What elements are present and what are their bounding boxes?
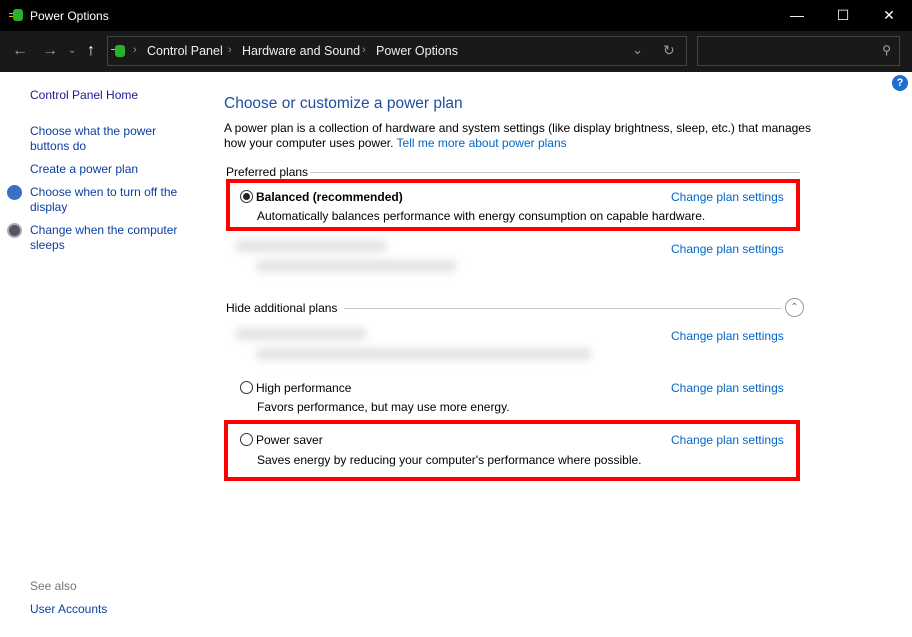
search-icon: ⚲ xyxy=(882,43,891,57)
change-plan-settings-redacted[interactable]: Change plan settings xyxy=(671,242,784,256)
back-arrow-icon[interactable]: ← xyxy=(12,42,28,60)
close-button[interactable]: ✕ xyxy=(866,0,912,31)
chevron-right-icon: › xyxy=(133,44,137,56)
refresh-icon[interactable]: ↻ xyxy=(663,42,675,59)
sidebar-item-control-panel-home[interactable]: Control Panel Home xyxy=(30,88,138,103)
up-arrow-icon[interactable]: ↑ xyxy=(87,42,95,60)
see-also-label: See also xyxy=(30,579,77,593)
breadcrumb-power-options[interactable]: Power Options xyxy=(376,44,458,58)
radio-power-saver[interactable] xyxy=(240,433,253,446)
change-plan-settings-redacted-2[interactable]: Change plan settings xyxy=(671,329,784,343)
help-icon[interactable]: ? xyxy=(892,75,908,91)
chevron-right-icon: › xyxy=(362,44,366,56)
power-options-icon xyxy=(111,45,125,57)
highlight-box xyxy=(224,420,800,481)
see-also-user-accounts[interactable]: User Accounts xyxy=(30,602,107,617)
plan-desc-balanced: Automatically balances performance with … xyxy=(257,209,706,223)
hide-additional-plans-label: Hide additional plans xyxy=(226,301,338,315)
display-clock-icon xyxy=(7,185,22,200)
redacted-plan xyxy=(236,328,366,340)
intro-text: A power plan is a collection of hardware… xyxy=(224,121,814,151)
change-plan-settings-power-saver[interactable]: Change plan settings xyxy=(671,433,784,447)
change-plan-settings-high-performance[interactable]: Change plan settings xyxy=(671,381,784,395)
divider xyxy=(344,308,782,309)
power-options-icon xyxy=(9,9,23,21)
chevron-down-icon[interactable]: ⌄ xyxy=(632,42,643,58)
redacted-plan-desc xyxy=(256,348,591,360)
moon-icon xyxy=(7,223,22,238)
divider xyxy=(310,172,800,173)
plan-name-power-saver: Power saver xyxy=(256,433,323,447)
highlight-box xyxy=(226,179,800,231)
maximize-button[interactable]: ☐ xyxy=(820,0,866,31)
breadcrumb-control-panel[interactable]: Control Panel xyxy=(147,44,223,58)
sidebar-item-turn-off-display[interactable]: Choose when to turn off the display xyxy=(30,185,190,215)
forward-arrow-icon[interactable]: → xyxy=(42,42,58,60)
title-bar: Power Options — ☐ ✕ xyxy=(0,0,912,31)
redacted-plan xyxy=(236,240,386,252)
change-plan-settings-balanced[interactable]: Change plan settings xyxy=(671,190,784,204)
learn-more-link[interactable]: Tell me more about power plans xyxy=(397,136,567,150)
address-bar[interactable]: › Control Panel › Hardware and Sound › P… xyxy=(107,36,687,66)
window-title: Power Options xyxy=(30,9,109,23)
plan-name-high-performance: High performance xyxy=(256,381,352,395)
breadcrumb-hardware-and-sound[interactable]: Hardware and Sound xyxy=(242,44,360,58)
plan-desc-power-saver: Saves energy by reducing your computer's… xyxy=(257,453,642,467)
page-title: Choose or customize a power plan xyxy=(224,95,463,112)
chevron-up-icon[interactable]: ⌃ xyxy=(785,298,804,317)
plan-desc-high-performance: Favors performance, but may use more ene… xyxy=(257,400,510,414)
plan-name-balanced: Balanced (recommended) xyxy=(256,190,403,204)
preferred-plans-label: Preferred plans xyxy=(226,165,309,179)
search-input[interactable]: ⚲ xyxy=(697,36,900,66)
sidebar-item-power-buttons[interactable]: Choose what the power buttons do xyxy=(30,124,180,154)
sidebar-item-sleep[interactable]: Change when the computer sleeps xyxy=(30,223,190,253)
radio-high-performance[interactable] xyxy=(240,381,253,394)
radio-balanced[interactable] xyxy=(240,190,253,203)
minimize-button[interactable]: — xyxy=(774,0,820,31)
redacted-plan-desc xyxy=(256,260,456,272)
recent-chevron-icon[interactable]: ⌄ xyxy=(68,45,76,56)
chevron-right-icon: › xyxy=(228,44,232,56)
sidebar-item-create-plan[interactable]: Create a power plan xyxy=(30,162,138,177)
